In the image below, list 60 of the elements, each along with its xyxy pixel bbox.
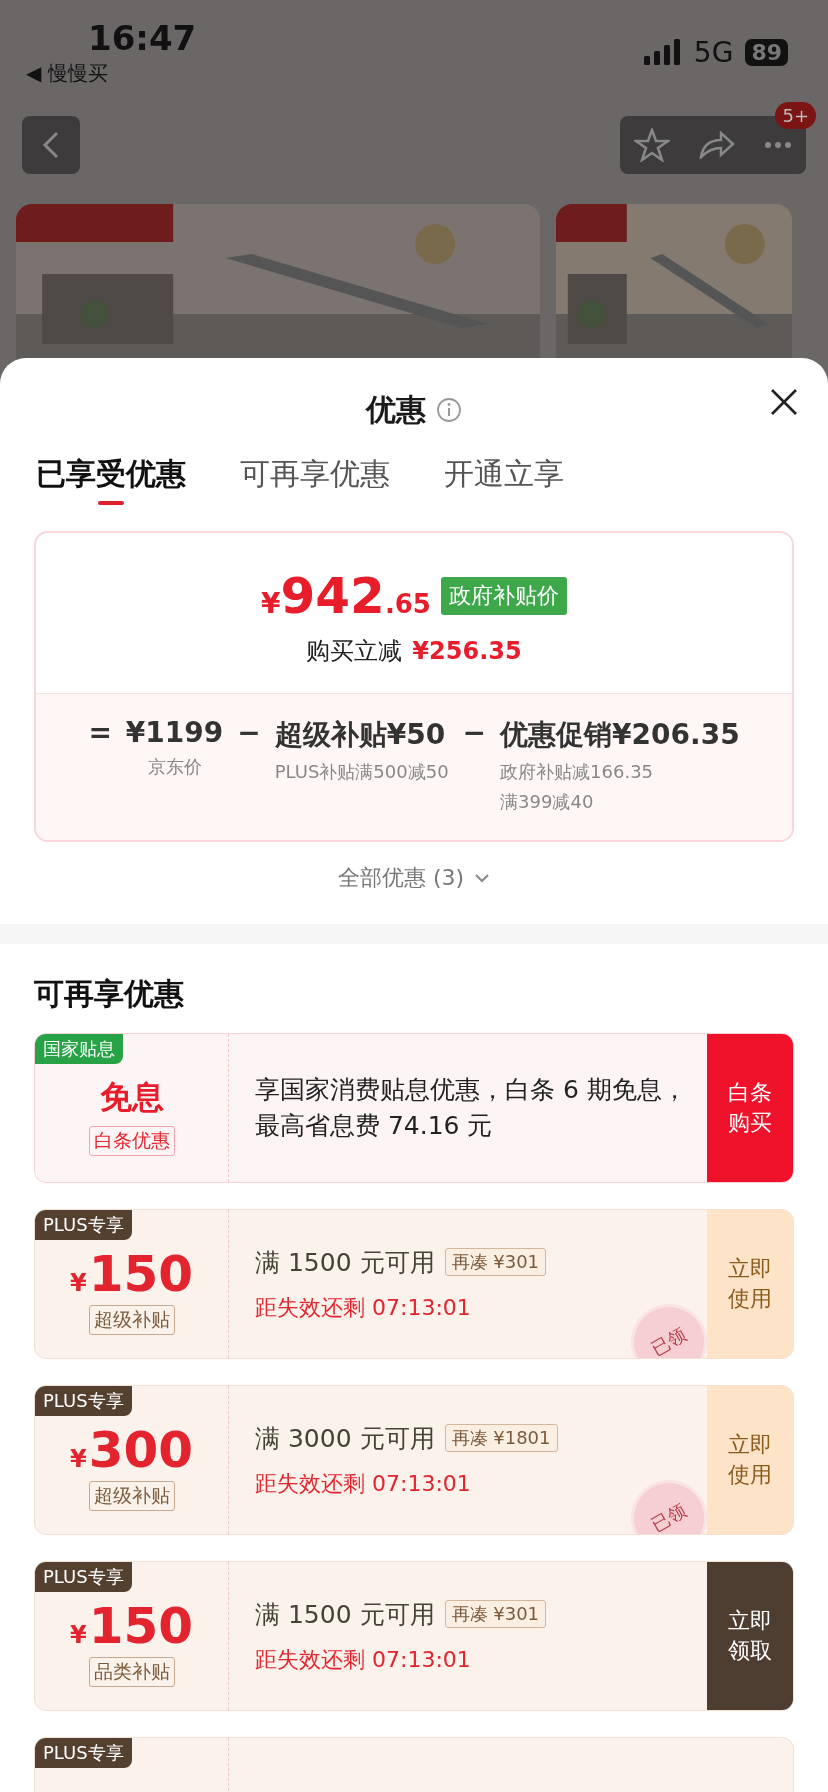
info-icon[interactable] <box>436 397 462 423</box>
back-button[interactable] <box>22 116 80 174</box>
remaining-amount-tag: 再凑 ¥1801 <box>444 1424 558 1452</box>
coupon-condition: 满 3000 元可用 <box>255 1422 435 1455</box>
breakdown-amount: ¥1199 <box>125 716 224 749</box>
coupon-action-button[interactable]: 立即领取 <box>707 1562 793 1710</box>
coupon-amount: ¥150 <box>69 1249 194 1299</box>
breakdown-amount: 优惠促销¥206.35 <box>500 717 740 753</box>
coupon-type-label: 品类补贴 <box>88 1657 175 1687</box>
coupon-type-label: 超级补贴 <box>88 1305 175 1335</box>
coupon-condition: 满 1500 元可用 <box>255 1246 435 1279</box>
all-offers-link[interactable]: 全部优惠 (3) <box>331 862 497 894</box>
back-icon <box>41 130 61 160</box>
price-tag: 政府补贴价 <box>440 577 567 615</box>
status-time: 16:47 <box>88 18 197 58</box>
sheet-title: 优惠 <box>366 390 426 429</box>
tab[interactable]: 开通立享 <box>444 454 564 509</box>
network-label: 5G <box>693 35 734 69</box>
operator-sign: − <box>462 716 487 751</box>
coupon-amount: ¥300 <box>69 1425 194 1475</box>
saving-label: 购买立减 <box>306 636 403 667</box>
coupon-tag: PLUS专享 <box>35 1562 132 1592</box>
coupon-description: 享国家消费贴息优惠，白条 6 期免息，最高省息费 74.16 元 <box>255 1073 688 1142</box>
operator-sign: − <box>237 716 261 751</box>
breakdown-amount: 超级补贴¥50 <box>274 717 447 753</box>
remaining-amount-tag: 再凑 ¥301 <box>444 1600 547 1628</box>
more-icon[interactable] <box>763 141 792 149</box>
operator-sign: = <box>88 716 112 751</box>
final-price: ¥942.65 <box>261 567 431 625</box>
star-icon[interactable] <box>634 128 671 162</box>
countdown-text: 距失效还剩 07:13:01 <box>255 1645 472 1674</box>
countdown-text: 距失效还剩 07:13:01 <box>255 1293 472 1322</box>
countdown-text: 距失效还剩 07:13:01 <box>255 1469 472 1498</box>
coupon-action-button[interactable]: 立即使用 <box>707 1386 793 1534</box>
section-title: 可再享优惠 <box>33 975 185 1013</box>
breakdown-note: 满399减40 <box>500 790 595 814</box>
coupon-amount: ¥150 <box>69 1601 194 1651</box>
coupon-action-button[interactable]: 白条购买 <box>707 1034 793 1182</box>
coupon-headline: 免息 <box>99 1077 164 1118</box>
coupon-tag: PLUS专享 <box>35 1738 132 1768</box>
breakdown-note: 京东价 <box>146 755 203 779</box>
coupon-type-label: 超级补贴 <box>88 1481 175 1511</box>
coupon-type-label: 白条优惠 <box>88 1126 175 1156</box>
coupon-tag: 国家贴息 <box>35 1034 123 1064</box>
notification-badge: 5+ <box>775 102 816 129</box>
remaining-amount-tag: 再凑 ¥301 <box>444 1248 547 1276</box>
coupon-tag: PLUS专享 <box>35 1210 132 1240</box>
coupon-action-button[interactable]: 立即使用 <box>707 1210 793 1358</box>
signal-icon <box>643 39 682 65</box>
caret-icon <box>474 873 491 883</box>
coupon-condition: 满 1500 元可用 <box>255 1598 435 1631</box>
back-to-app-link[interactable]: ◀ 慢慢买 <box>26 60 197 87</box>
coupon-tag: PLUS专享 <box>35 1386 132 1416</box>
breakdown-note: PLUS补贴满500减50 <box>274 760 449 784</box>
tab[interactable]: 已享受优惠 <box>36 454 186 509</box>
tab[interactable]: 可再享优惠 <box>240 454 390 509</box>
share-icon[interactable] <box>699 131 735 159</box>
breakdown-note: 政府补贴减166.35 <box>500 760 655 784</box>
saving-amount: ¥256.35 <box>412 637 522 665</box>
battery-level: 89 <box>745 38 788 66</box>
